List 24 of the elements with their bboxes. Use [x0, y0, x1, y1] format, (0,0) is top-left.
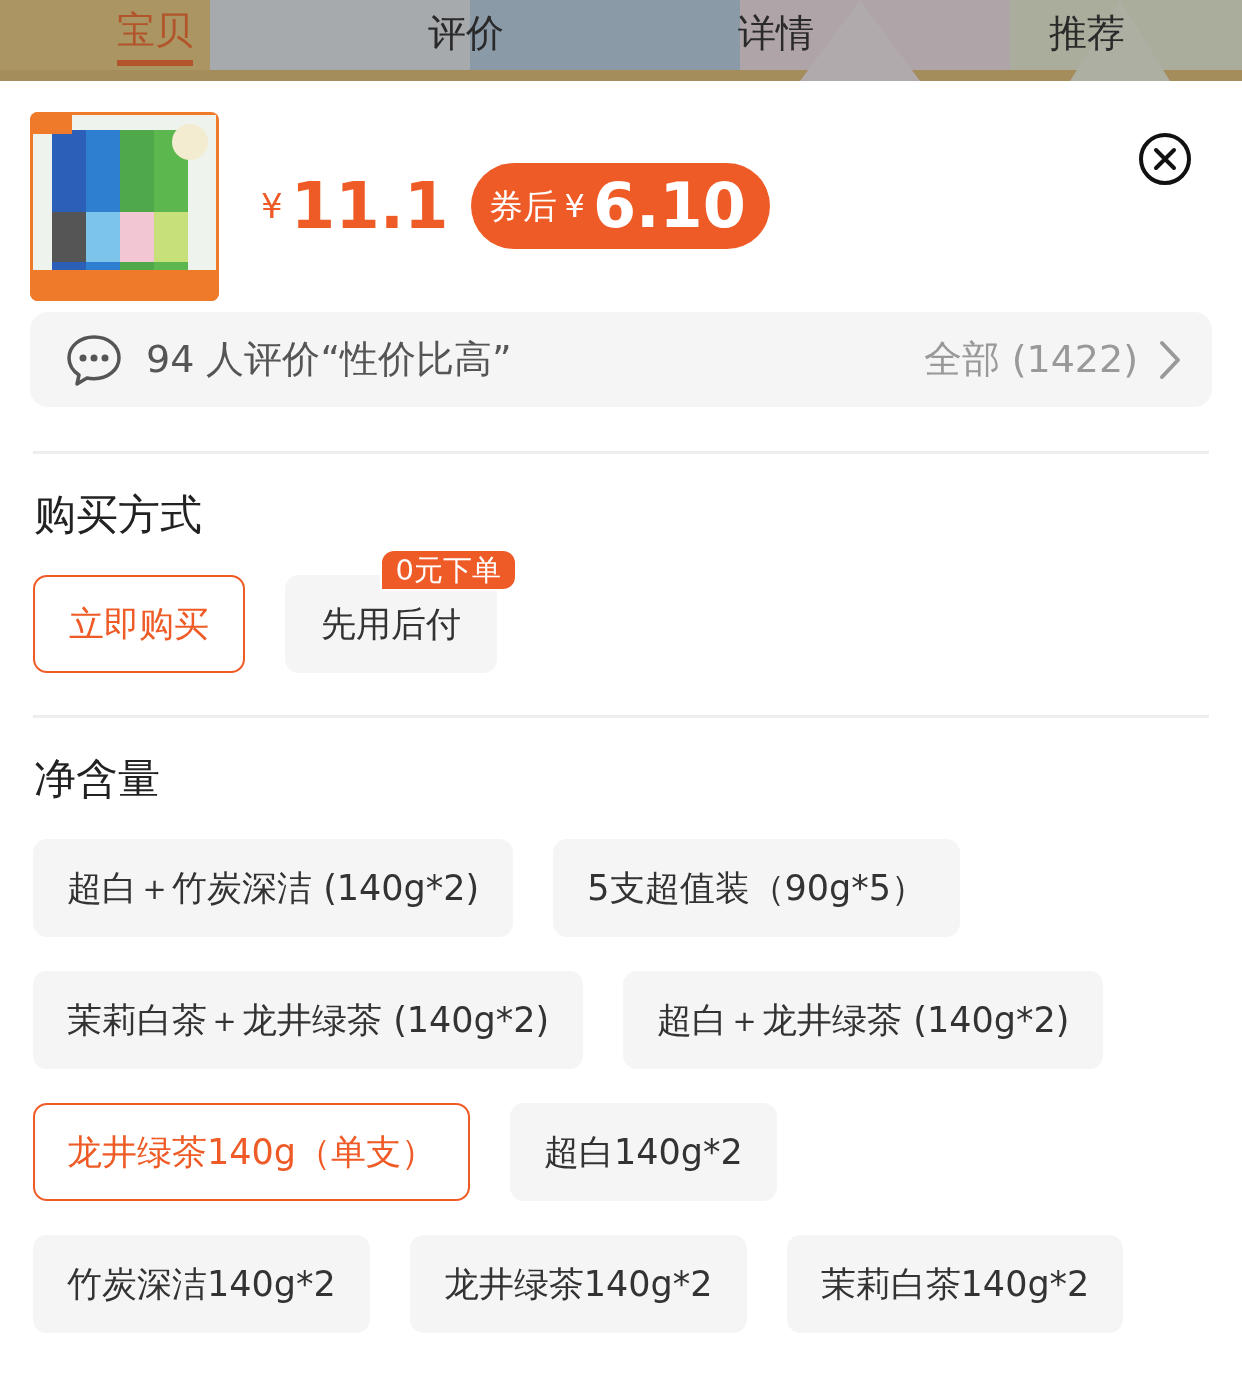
tab[interactable]: 推荐: [931, 0, 1242, 66]
option-chip[interactable]: 龙井绿茶140g*2: [409, 1234, 747, 1333]
option-chip[interactable]: 超白140g*2: [510, 1102, 777, 1201]
option-chip[interactable]: 竹炭深洁140g*2: [33, 1234, 370, 1333]
tab[interactable]: 评价: [310, 0, 621, 66]
price: 11.1: [290, 174, 449, 238]
section-title: 净含量: [33, 754, 161, 805]
tab[interactable]: 详情: [621, 0, 932, 66]
coupon-label: 券后: [488, 184, 557, 228]
coupon-price: 6.10: [592, 175, 746, 237]
promo-badge: 0元下单: [379, 549, 517, 592]
review-summary-text: 94 人评价“性价比高”: [146, 336, 512, 383]
currency-symbol: ¥: [564, 186, 585, 227]
option-chip[interactable]: 茉莉白茶＋龙井绿茶 (140g*2): [33, 970, 584, 1069]
chevron-right-icon: [1158, 339, 1182, 380]
chat-bubble-icon: [66, 333, 122, 386]
currency-symbol: ¥: [261, 184, 283, 228]
option-chip[interactable]: 茉莉白茶140g*2: [786, 1234, 1124, 1333]
section-title: 购买方式: [33, 490, 203, 541]
close-button[interactable]: [1138, 132, 1192, 186]
option-chip[interactable]: 超白＋竹炭深洁 (140g*2): [33, 838, 514, 937]
review-summary-bar[interactable]: 94 人评价“性价比高” 全部 (1422): [30, 312, 1212, 407]
option-chip[interactable]: 5支超值装（90g*5）: [553, 838, 961, 937]
option-chip[interactable]: 超白＋龙井绿茶 (140g*2): [623, 970, 1104, 1069]
